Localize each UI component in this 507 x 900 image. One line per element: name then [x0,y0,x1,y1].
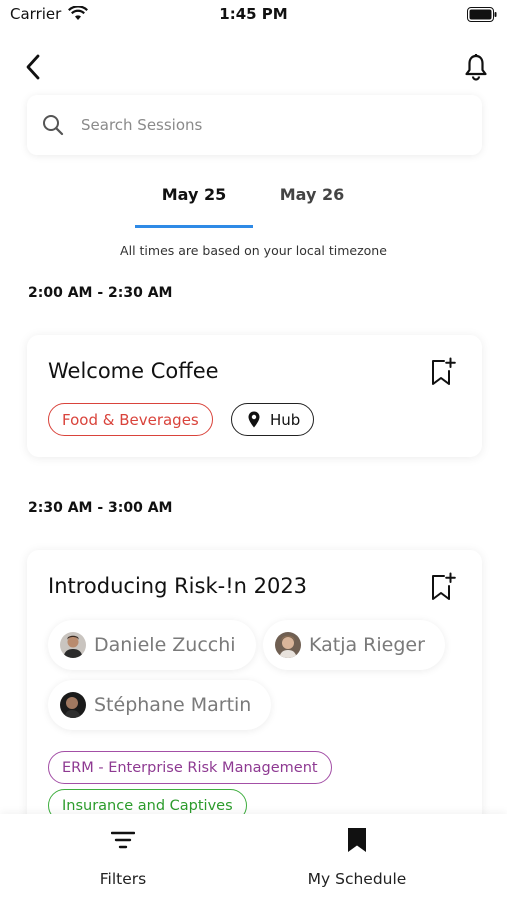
location-pin-icon [248,411,260,428]
avatar [60,632,86,658]
back-button[interactable] [18,50,48,84]
battery-icon [467,7,497,22]
bookmark-add-icon[interactable] [430,572,456,602]
session-card-welcome-coffee[interactable]: Welcome Coffee Food & Beverages Hub [27,335,482,457]
chevron-left-icon [26,54,40,80]
location-label: Hub [270,410,301,429]
active-tab-indicator [135,225,253,228]
bottom-tab-bar: Filters My Schedule [0,814,507,900]
my-schedule-label: My Schedule [307,870,407,888]
tab-may-26[interactable]: May 26 [253,176,371,228]
bell-icon [465,54,487,81]
date-tabs: May 25 May 26 [0,176,507,228]
timezone-note: All times are based on your local timezo… [120,243,387,258]
search-input[interactable] [81,116,441,134]
session-time-header: 2:00 AM - 2:30 AM [28,285,173,301]
tab-may-25[interactable]: May 25 [135,176,253,228]
tag-erm[interactable]: ERM - Enterprise Risk Management [48,751,332,784]
top-nav [0,46,507,86]
speaker-name: Katja Rieger [309,634,425,656]
filters-label: Filters [99,870,147,888]
speaker-name: Daniele Zucchi [94,634,236,656]
speaker-chip[interactable]: Stéphane Martin [48,680,272,730]
bookmark-add-icon[interactable] [430,357,456,387]
filters-button[interactable]: Filters [73,814,173,900]
session-time-header: 2:30 AM - 3:00 AM [28,500,173,516]
speaker-chip[interactable]: Katja Rieger [263,620,445,670]
session-title: Introducing Risk-!n 2023 [48,574,308,598]
search-box [27,95,482,155]
notifications-button[interactable] [461,50,491,84]
search-icon [41,113,65,137]
speaker-chip[interactable]: Daniele Zucchi [48,620,256,670]
session-card-introducing-risk-in[interactable]: Introducing Risk-!n 2023 Daniele Zucchi … [27,550,482,850]
clock: 1:45 PM [219,5,288,23]
status-bar: Carrier 1:45 PM [0,0,507,32]
session-title: Welcome Coffee [48,359,219,383]
filter-icon [111,827,135,853]
my-schedule-button[interactable]: My Schedule [290,814,424,900]
bookmark-icon [347,827,367,853]
avatar [275,632,301,658]
speaker-name: Stéphane Martin [94,694,252,716]
location-tag[interactable]: Hub [231,403,315,436]
avatar [60,692,86,718]
tag-food-beverages[interactable]: Food & Beverages [48,403,213,436]
